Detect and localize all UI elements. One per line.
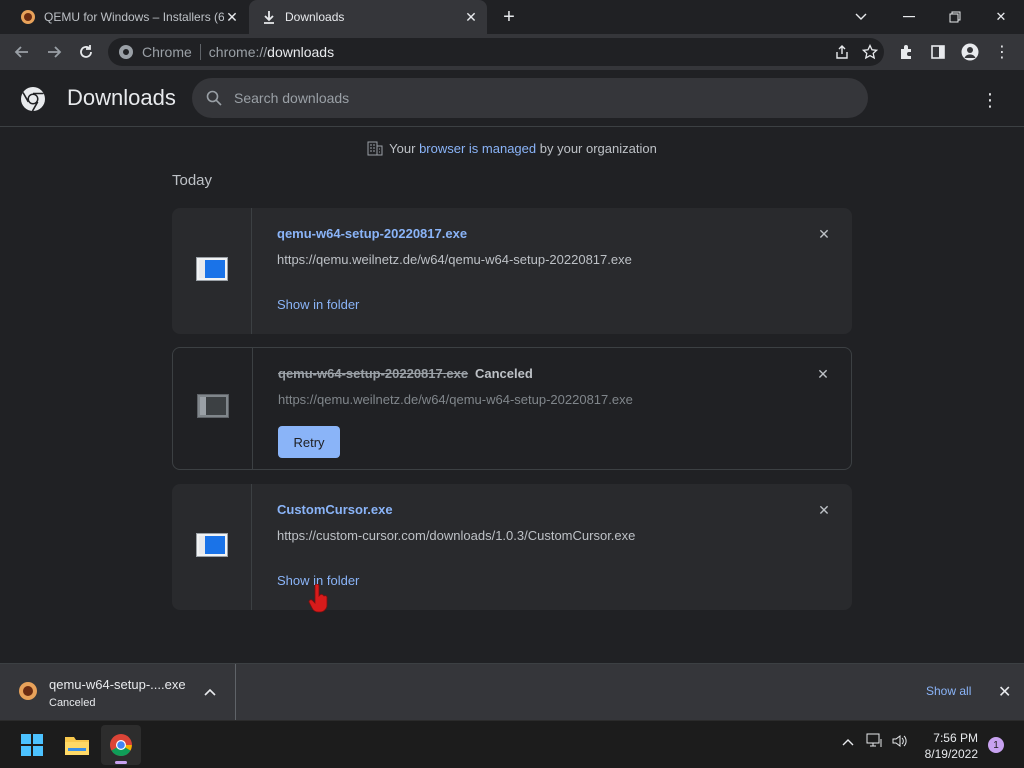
back-button[interactable] xyxy=(8,38,36,66)
managed-link[interactable]: browser is managed xyxy=(419,141,536,156)
separator xyxy=(199,44,201,60)
url-text: chrome://downloads xyxy=(208,44,335,60)
file-icon-column xyxy=(173,348,253,469)
download-icon xyxy=(261,9,277,25)
file-url[interactable]: https://qemu.weilnetz.de/w64/qemu-w64-se… xyxy=(278,392,633,407)
hand-cursor-icon xyxy=(308,583,330,619)
shelf-status: Canceled xyxy=(49,697,96,709)
more-actions-icon[interactable]: ⋮ xyxy=(978,88,1002,112)
show-all-button[interactable]: Show all xyxy=(926,684,971,698)
file-name-link[interactable]: CustomCursor.exe xyxy=(277,502,393,517)
downloads-header: Downloads Search downloads ⋮ xyxy=(0,70,1024,127)
tab-title: QEMU for Windows – Installers (6 xyxy=(44,10,224,24)
qemu-icon xyxy=(20,9,36,25)
exe-file-icon xyxy=(195,256,228,286)
clock[interactable]: 7:56 PM 8/19/2022 xyxy=(916,730,978,762)
remove-download-icon[interactable]: ✕ xyxy=(815,366,831,382)
profile-icon[interactable] xyxy=(956,38,984,66)
minimize-button[interactable] xyxy=(886,0,932,34)
network-icon[interactable] xyxy=(866,733,884,752)
shelf-file-name: qemu-w64-setup-....exe xyxy=(49,677,186,692)
tab-qemu[interactable]: QEMU for Windows – Installers (6 ✕ xyxy=(8,0,248,34)
site-label: Chrome xyxy=(142,44,192,60)
chrome-taskbar-icon[interactable] xyxy=(101,725,141,765)
shelf-download-item[interactable]: qemu-w64-setup-....exe Canceled xyxy=(0,664,236,721)
date: 8/19/2022 xyxy=(924,747,978,761)
close-window-button[interactable]: ✕ xyxy=(978,0,1024,34)
section-heading-today: Today xyxy=(172,172,213,189)
download-item: CustomCursor.exe https://custom-cursor.c… xyxy=(172,484,852,613)
exe-file-icon xyxy=(195,532,228,562)
downloads-list: Your browser is managed by your organiza… xyxy=(0,128,1024,663)
side-panel-icon[interactable] xyxy=(924,38,952,66)
time: 7:56 PM xyxy=(933,731,978,745)
file-icon-column xyxy=(172,484,252,610)
search-input[interactable]: Search downloads xyxy=(192,78,868,118)
qemu-icon xyxy=(18,681,38,701)
chevron-up-tray-icon[interactable] xyxy=(842,733,854,749)
windows-start-icon[interactable] xyxy=(12,725,52,765)
retry-button[interactable]: Retry xyxy=(278,426,340,458)
file-explorer-icon[interactable] xyxy=(57,725,97,765)
chevron-up-icon[interactable] xyxy=(204,683,216,699)
building-icon xyxy=(367,140,383,159)
remove-download-icon[interactable]: ✕ xyxy=(816,226,832,242)
tab-downloads[interactable]: Downloads ✕ xyxy=(249,0,487,34)
active-indicator xyxy=(115,761,127,764)
tab-title: Downloads xyxy=(285,10,345,24)
browser-toolbar: Chrome chrome://downloads ⋮ xyxy=(0,34,1024,70)
menu-kebab-icon[interactable]: ⋮ xyxy=(988,38,1016,66)
volume-icon[interactable] xyxy=(891,733,909,752)
close-tab-icon[interactable]: ✕ xyxy=(463,9,479,25)
file-icon-column xyxy=(172,208,252,334)
page-title: Downloads xyxy=(67,85,176,110)
share-icon[interactable] xyxy=(828,38,856,66)
close-shelf-icon[interactable]: ✕ xyxy=(998,682,1011,702)
search-placeholder: Search downloads xyxy=(234,90,350,106)
file-url[interactable]: https://qemu.weilnetz.de/w64/qemu-w64-se… xyxy=(277,252,632,267)
exe-file-icon-disabled xyxy=(196,394,229,423)
file-name: qemu-w64-setup-20220817.exe xyxy=(278,366,469,381)
chrome-logo-icon xyxy=(20,86,46,112)
forward-button[interactable] xyxy=(40,38,68,66)
file-url[interactable]: https://custom-cursor.com/downloads/1.0.… xyxy=(277,528,635,543)
show-in-folder-link[interactable]: Show in folder xyxy=(277,297,359,312)
extensions-icon[interactable] xyxy=(892,38,920,66)
restore-button[interactable] xyxy=(932,0,978,34)
new-tab-button[interactable]: + xyxy=(498,6,520,28)
file-name-link[interactable]: qemu-w64-setup-20220817.exe xyxy=(277,226,467,241)
search-icon xyxy=(206,90,222,106)
managed-notice: Your browser is managed by your organiza… xyxy=(0,140,1024,159)
address-bar[interactable]: Chrome chrome://downloads xyxy=(108,38,884,66)
tab-search-chevron-icon[interactable] xyxy=(838,0,884,34)
bookmark-star-icon[interactable] xyxy=(856,38,884,66)
download-item: qemu-w64-setup-20220817.exe https://qemu… xyxy=(172,208,852,334)
windows-taskbar: 7:56 PM 8/19/2022 1 xyxy=(0,720,1024,768)
download-item-canceled: qemu-w64-setup-20220817.exe Canceled htt… xyxy=(172,347,852,470)
notification-badge[interactable]: 1 xyxy=(988,737,1004,753)
remove-download-icon[interactable]: ✕ xyxy=(816,502,832,518)
download-shelf: qemu-w64-setup-....exe Canceled Show all… xyxy=(0,663,1024,721)
tab-strip: QEMU for Windows – Installers (6 ✕ Downl… xyxy=(0,0,1024,34)
reload-button[interactable] xyxy=(72,38,100,66)
chrome-icon xyxy=(118,44,134,60)
status-canceled: Canceled xyxy=(475,366,533,381)
close-tab-icon[interactable]: ✕ xyxy=(224,9,240,25)
